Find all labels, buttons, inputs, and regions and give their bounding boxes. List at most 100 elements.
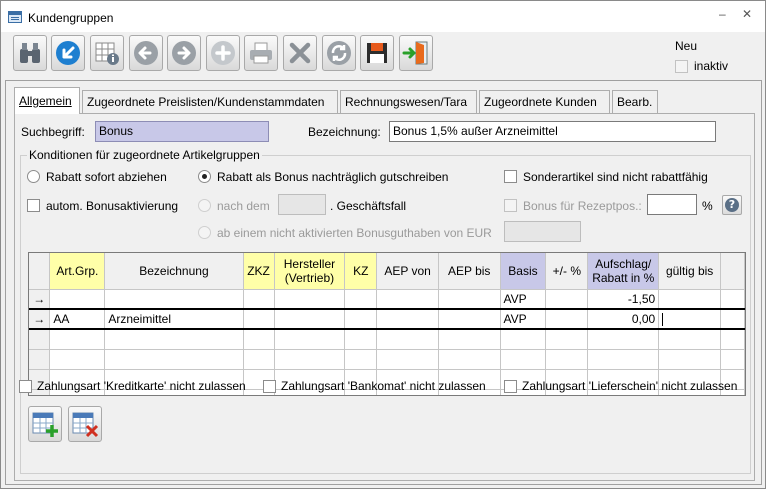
empty-cell[interactable] bbox=[500, 329, 547, 350]
col-aep-von[interactable]: AEP von bbox=[376, 253, 439, 290]
col-gueltig-bis[interactable]: gültig bis bbox=[658, 253, 722, 290]
empty-cell[interactable] bbox=[376, 349, 439, 370]
tab-zugeordnete-kunden[interactable]: Zugeordnete Kunden bbox=[479, 90, 610, 113]
cell-gueltig-bis[interactable] bbox=[658, 289, 722, 310]
cell-bezeichnung[interactable]: Arzneimittel bbox=[104, 308, 244, 330]
bankomat-checkbox[interactable] bbox=[263, 379, 276, 393]
cell-aep-von[interactable] bbox=[376, 308, 439, 330]
table-row[interactable] bbox=[29, 329, 745, 350]
kreditkarte-checkbox[interactable] bbox=[19, 379, 32, 393]
radio-ab-einem[interactable] bbox=[198, 226, 211, 239]
table-row[interactable]: → AA Arzneimittel AVP 0,00 bbox=[29, 308, 745, 330]
empty-cell[interactable] bbox=[545, 329, 589, 350]
bonus-rezept-input[interactable] bbox=[647, 194, 697, 215]
empty-cell[interactable] bbox=[658, 349, 722, 370]
empty-cell[interactable] bbox=[438, 349, 501, 370]
col-basis[interactable]: Basis bbox=[500, 253, 547, 290]
bonus-rezept-checkbox[interactable] bbox=[504, 199, 517, 212]
col-art-grp[interactable]: Art.Grp. bbox=[49, 253, 106, 290]
empty-cell[interactable] bbox=[438, 329, 501, 350]
close-button[interactable]: ✕ bbox=[742, 7, 752, 21]
search-button[interactable] bbox=[13, 35, 47, 71]
kreditkarte-option[interactable]: Zahlungsart 'Kreditkarte' nicht zulassen bbox=[19, 379, 246, 393]
cell-art-grp[interactable] bbox=[49, 289, 106, 310]
empty-cell[interactable] bbox=[274, 329, 346, 350]
delete-button[interactable] bbox=[283, 35, 317, 71]
tab-rechnungswesen[interactable]: Rechnungswesen/Tara bbox=[340, 90, 477, 113]
col-kz[interactable]: KZ bbox=[344, 253, 378, 290]
tab-allgemein[interactable]: Allgemein bbox=[14, 87, 80, 114]
sonderartikel-checkbox[interactable] bbox=[504, 170, 517, 183]
bankomat-option[interactable]: Zahlungsart 'Bankomat' nicht zulassen bbox=[263, 379, 486, 393]
details-button[interactable] bbox=[90, 35, 124, 71]
empty-cell[interactable] bbox=[658, 329, 722, 350]
help-button[interactable]: ? bbox=[722, 195, 742, 215]
cell-plusminus[interactable] bbox=[545, 289, 589, 310]
print-button[interactable] bbox=[244, 35, 278, 71]
next-button[interactable] bbox=[167, 35, 201, 71]
cell-plusminus[interactable] bbox=[545, 308, 589, 330]
inactive-checkbox-box[interactable] bbox=[675, 59, 688, 73]
empty-cell[interactable] bbox=[49, 349, 106, 370]
empty-cell[interactable] bbox=[376, 329, 439, 350]
cell-basis[interactable]: AVP bbox=[500, 289, 547, 310]
empty-cell[interactable] bbox=[49, 329, 106, 350]
col-zkz[interactable]: ZKZ bbox=[243, 253, 275, 290]
previous-button[interactable] bbox=[129, 35, 163, 71]
table-row[interactable]: → AVP -1,50 bbox=[29, 289, 745, 310]
cell-bezeichnung[interactable] bbox=[104, 289, 244, 310]
cell-kz[interactable] bbox=[344, 289, 378, 310]
nach-dem-input[interactable] bbox=[278, 194, 326, 215]
empty-cell[interactable] bbox=[344, 349, 378, 370]
bezeichnung-input[interactable]: Bonus 1,5% außer Arzneimittel bbox=[389, 121, 716, 142]
col-aep-bis[interactable]: AEP bis bbox=[438, 253, 501, 290]
cell-aufschlag[interactable]: -1,50 bbox=[587, 289, 660, 310]
empty-cell[interactable] bbox=[104, 329, 244, 350]
radio-rabatt-sofort[interactable] bbox=[27, 170, 40, 183]
table-row[interactable] bbox=[29, 349, 745, 370]
empty-cell[interactable] bbox=[587, 349, 660, 370]
col-plusminus[interactable]: +/- % bbox=[545, 253, 589, 290]
refresh-button[interactable] bbox=[322, 35, 356, 71]
add-button[interactable] bbox=[206, 35, 240, 71]
col-aufschlag[interactable]: Aufschlag/ Rabatt in % bbox=[587, 253, 660, 290]
cell-art-grp[interactable]: AA bbox=[49, 308, 106, 330]
cell-aep-bis[interactable] bbox=[438, 289, 501, 310]
empty-cell[interactable] bbox=[545, 349, 589, 370]
add-row-button[interactable] bbox=[28, 406, 62, 442]
save-button[interactable] bbox=[360, 35, 394, 71]
back-button[interactable] bbox=[51, 35, 85, 71]
cell-gueltig-bis[interactable] bbox=[658, 308, 722, 330]
empty-cell[interactable] bbox=[243, 349, 275, 370]
col-bezeichnung[interactable]: Bezeichnung bbox=[104, 253, 244, 290]
cell-aufschlag[interactable]: 0,00 bbox=[587, 308, 660, 330]
empty-cell[interactable] bbox=[587, 329, 660, 350]
empty-cell[interactable] bbox=[243, 329, 275, 350]
col-hersteller[interactable]: Hersteller (Vertrieb) bbox=[274, 253, 346, 290]
cell-hersteller[interactable] bbox=[274, 308, 346, 330]
empty-cell[interactable] bbox=[500, 349, 547, 370]
cell-kz[interactable] bbox=[344, 308, 378, 330]
radio-rabatt-bonus[interactable] bbox=[198, 170, 211, 183]
suchbegriff-input[interactable]: Bonus bbox=[95, 121, 269, 142]
cell-zkz[interactable] bbox=[243, 308, 275, 330]
tab-bearb[interactable]: Bearb. bbox=[612, 90, 658, 113]
cell-aep-bis[interactable] bbox=[438, 308, 501, 330]
cell-basis[interactable]: AVP bbox=[500, 308, 547, 330]
inactive-checkbox[interactable]: inaktiv bbox=[675, 59, 728, 73]
cell-zkz[interactable] bbox=[243, 289, 275, 310]
exit-button[interactable] bbox=[399, 35, 433, 71]
cell-hersteller[interactable] bbox=[274, 289, 346, 310]
minimize-button[interactable]: – bbox=[719, 7, 726, 21]
lieferschein-checkbox[interactable] bbox=[504, 379, 517, 393]
auto-bonus-checkbox[interactable] bbox=[27, 199, 40, 212]
radio-nach-dem[interactable] bbox=[198, 199, 211, 212]
cell-aep-von[interactable] bbox=[376, 289, 439, 310]
empty-cell[interactable] bbox=[104, 349, 244, 370]
delete-row-button[interactable] bbox=[68, 406, 102, 442]
empty-cell[interactable] bbox=[274, 349, 346, 370]
empty-cell[interactable] bbox=[344, 329, 378, 350]
ab-einem-input[interactable] bbox=[504, 221, 581, 242]
tab-preislisten[interactable]: Zugeordnete Preislisten/Kundenstammdaten bbox=[82, 90, 338, 113]
lieferschein-option[interactable]: Zahlungsart 'Lieferschein' nicht zulasse… bbox=[504, 379, 737, 393]
